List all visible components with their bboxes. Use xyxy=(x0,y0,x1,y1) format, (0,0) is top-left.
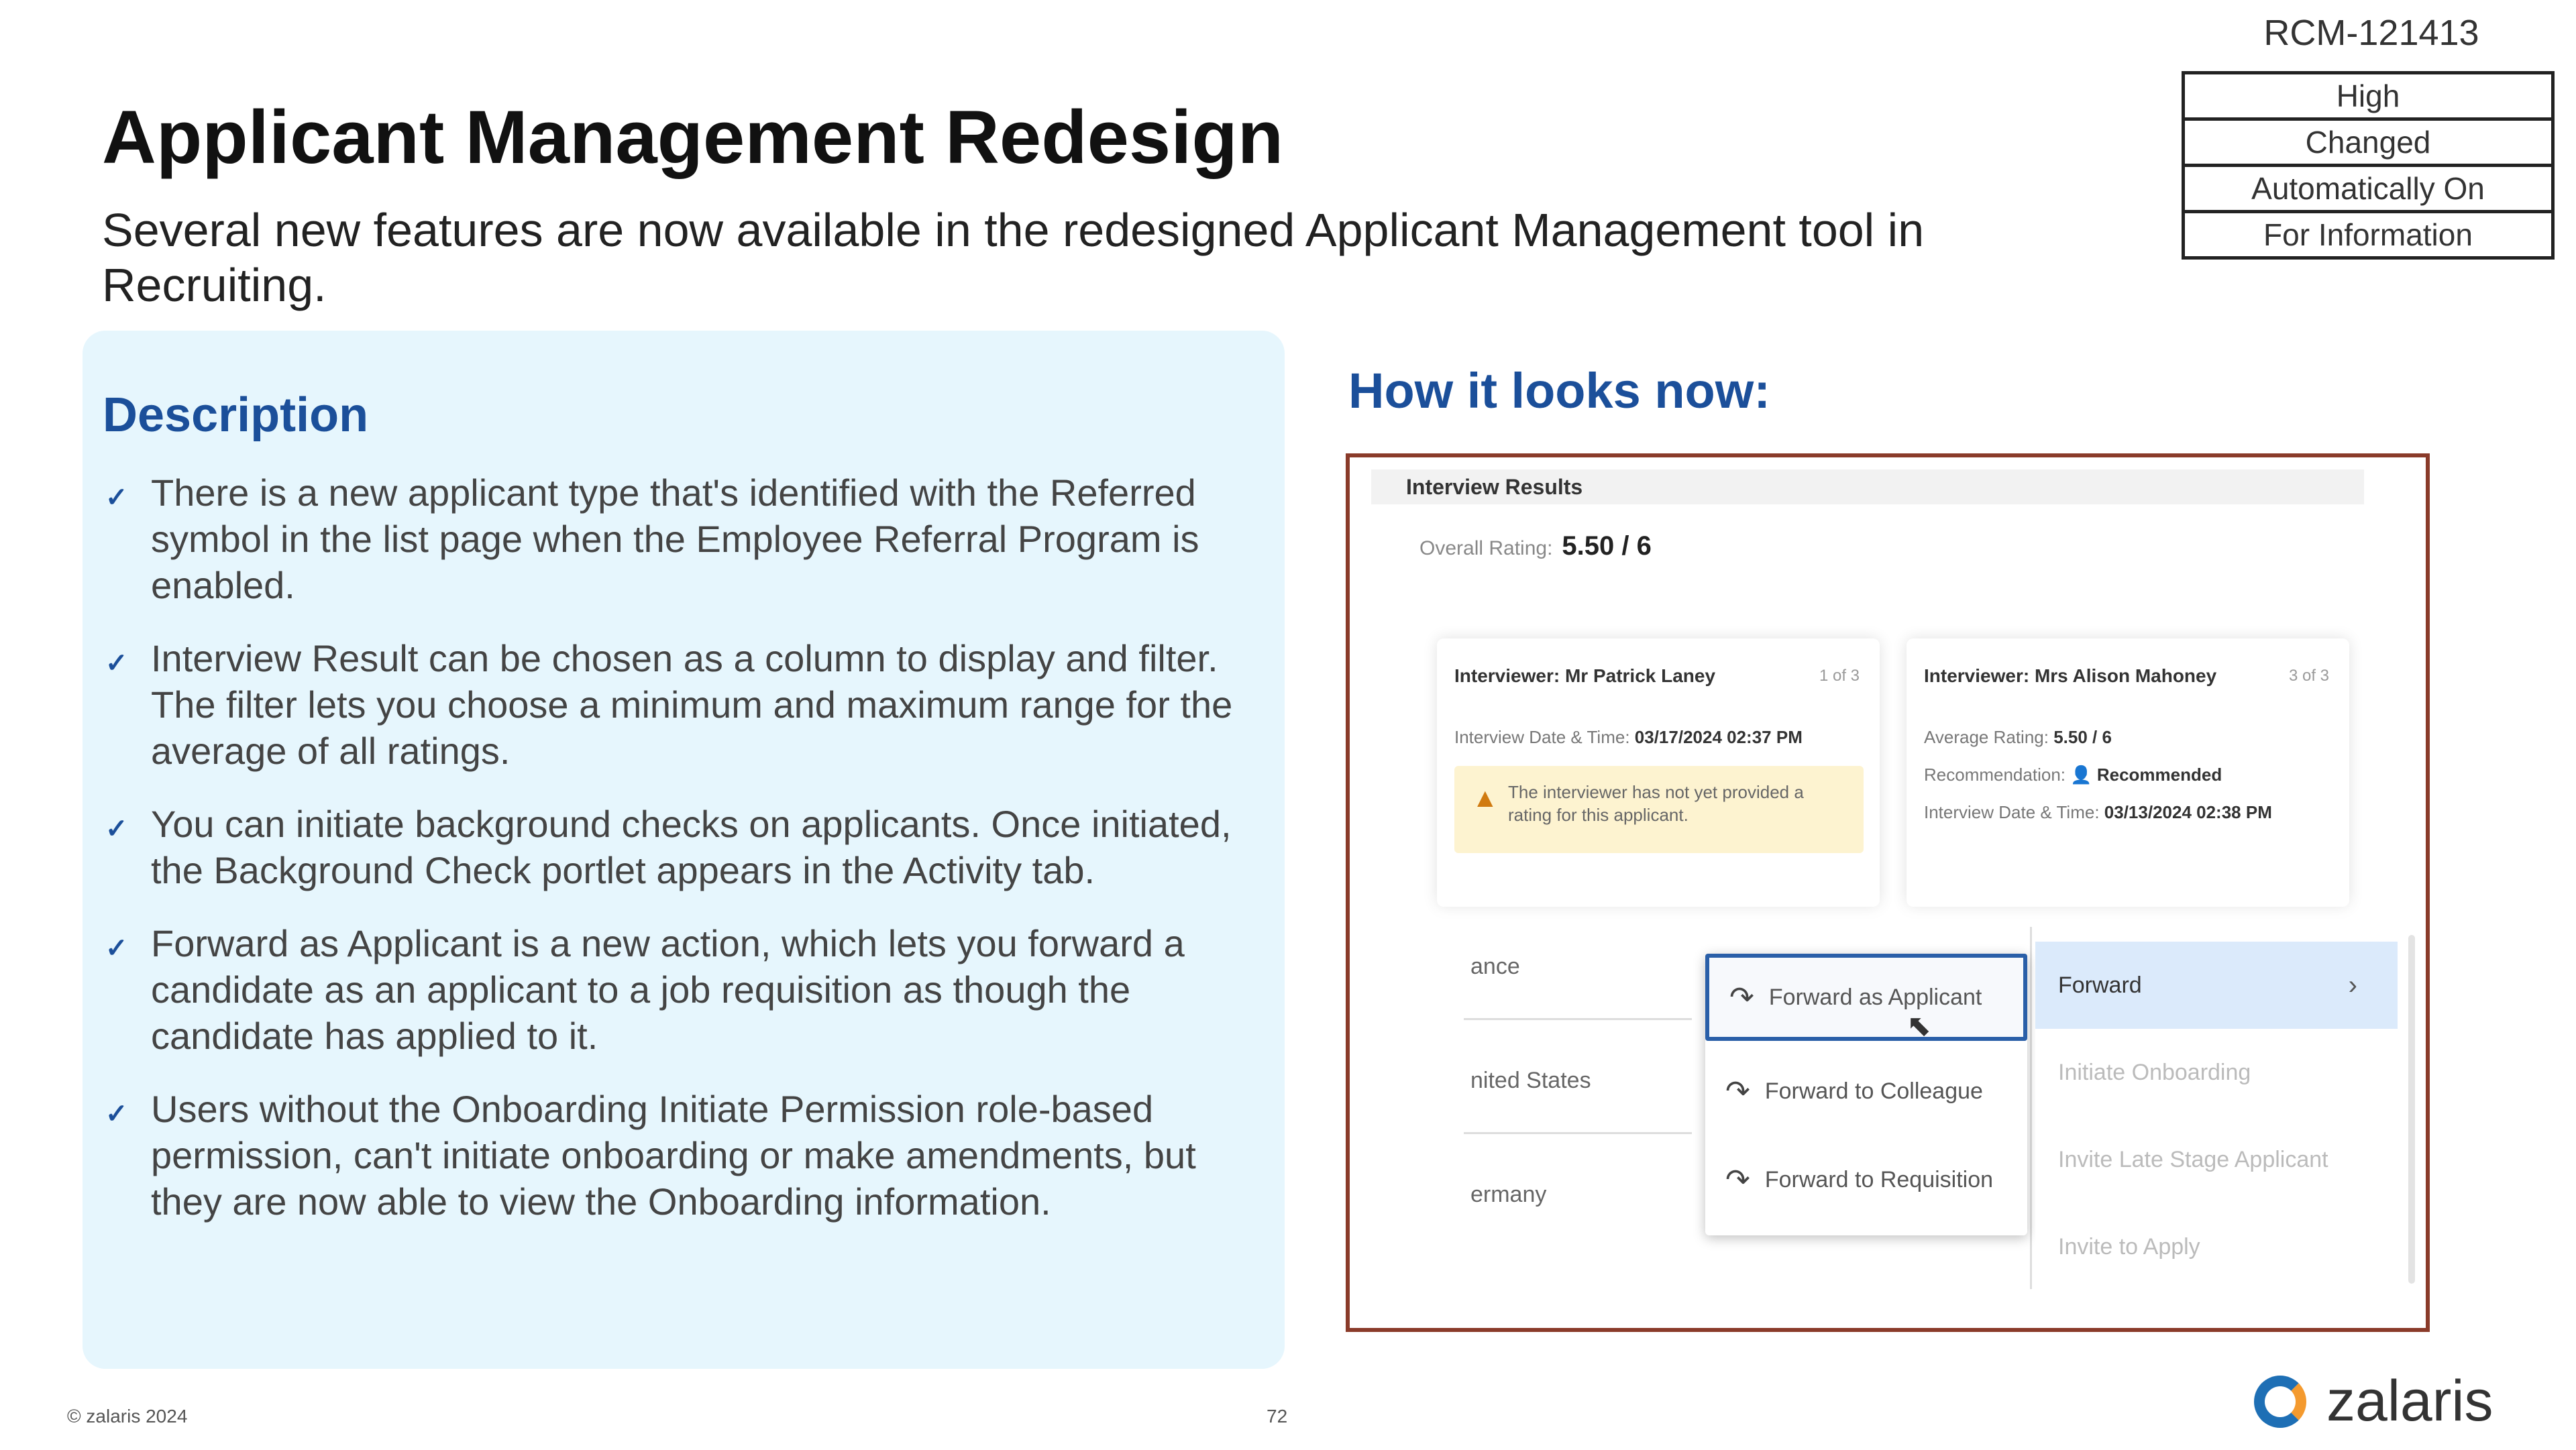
interviewer-name: Interviewer: Mrs Alison Mahoney xyxy=(1924,665,2217,686)
interview-results-header: Interview Results xyxy=(1371,469,2364,504)
menu-item-label: Forward as Applicant xyxy=(1768,984,1982,1010)
check-icon: ✓ xyxy=(105,483,128,512)
bullet-text: There is a new applicant type that's ide… xyxy=(151,471,1199,606)
invite-late-stage-item[interactable]: Invite Late Stage Applicant xyxy=(2035,1116,2398,1203)
recommendation: Recommendation: 👤 Recommended xyxy=(1924,765,2222,785)
page-title: Applicant Management Redesign xyxy=(102,95,1284,179)
forward-submenu: ↷ Forward as Applicant ↷ Forward to Collea… xyxy=(1705,954,2027,1235)
average-rating-label: Average Rating: xyxy=(1924,727,2049,747)
recommendation-value: Recommended xyxy=(2096,765,2222,785)
interview-date-value: 03/13/2024 02:38 PM xyxy=(2104,802,2272,822)
interview-date-label: Interview Date & Time: xyxy=(1924,802,2100,822)
overall-rating-value: 5.50 / 6 xyxy=(1562,531,1652,561)
screenshot-heading: How it looks now: xyxy=(1348,363,1770,419)
forward-as-applicant-item[interactable]: ↷ Forward as Applicant xyxy=(1705,954,2027,1041)
tag-status: Changed xyxy=(2182,117,2555,167)
tag-priority: High xyxy=(2182,71,2555,121)
recommendation-label: Recommendation: xyxy=(1924,765,2065,785)
menu-item-label: Initiate Onboarding xyxy=(2058,1059,2251,1085)
bullet-item: ✓ Forward as Applicant is a new action, w… xyxy=(103,920,1263,1059)
bullet-item: ✓ Interview Result can be chosen as a col… xyxy=(103,635,1263,774)
forward-to-requisition-item[interactable]: ↷ Forward to Requisition xyxy=(1705,1136,2027,1223)
interview-date: Interview Date & Time: 03/17/2024 02:37 … xyxy=(1454,727,1803,748)
interviewer-card[interactable]: Interviewer: Mrs Alison Mahoney 3 of 3 A… xyxy=(1907,638,2349,907)
average-rating: Average Rating: 5.50 / 6 xyxy=(1924,727,2112,748)
bullet-item: ✓ You can initiate background checks on a… xyxy=(103,801,1263,893)
bullet-item: ✓ Users without the Onboarding Initiate P… xyxy=(103,1086,1263,1225)
logo-text: zalaris xyxy=(2326,1369,2493,1433)
page-subtitle: Several new features are now available i… xyxy=(102,204,1925,311)
card-count: 3 of 3 xyxy=(2288,667,2329,685)
bullet-text: Users without the Onboarding Initiate Pe… xyxy=(151,1088,1196,1223)
menu-item-label: Forward to Colleague xyxy=(1764,1078,1983,1104)
copyright: © zalaris 2024 xyxy=(67,1406,188,1427)
check-icon: ✓ xyxy=(105,934,128,963)
forward-arrow-icon: ↷ xyxy=(1725,1163,1750,1196)
card-count: 1 of 3 xyxy=(1819,667,1860,685)
mouse-cursor-icon: ⬉ xyxy=(1907,1009,1931,1042)
tag-table: High Changed Automatically On For Inform… xyxy=(2182,71,2555,260)
brand-logo: zalaris xyxy=(2254,1368,2493,1435)
menu-item-label: Invite Late Stage Applicant xyxy=(2058,1146,2328,1172)
overall-rating-label: Overall Rating: xyxy=(1419,537,1553,559)
embedded-screenshot: Interview Results Overall Rating: 5.50 / … xyxy=(1346,453,2430,1332)
table-row-label: ance xyxy=(1470,954,1520,979)
warning-box: ▲ The interviewer has not yet provided a… xyxy=(1454,766,1864,853)
check-icon: ✓ xyxy=(105,1099,128,1129)
interview-date-value: 03/17/2024 02:37 PM xyxy=(1634,727,1803,747)
actions-menu: Forward › Initiate Onboarding Invite Late… xyxy=(2035,935,2398,1284)
interviewer-card[interactable]: Interviewer: Mr Patrick Laney 1 of 3 Int… xyxy=(1437,638,1880,907)
tag-type: For Information xyxy=(2182,210,2555,260)
chevron-right-icon: › xyxy=(2348,970,2357,1000)
bullet-text: Forward as Applicant is a new action, wh… xyxy=(151,922,1185,1057)
bullet-item: ✓ There is a new applicant type that's id… xyxy=(103,469,1263,608)
row-divider xyxy=(1464,1132,1692,1134)
overall-rating: Overall Rating: 5.50 / 6 xyxy=(1419,531,1652,561)
row-divider xyxy=(1464,1018,1692,1020)
menu-item-label: Forward to Requisition xyxy=(1764,1166,1994,1192)
table-row-label: nited States xyxy=(1470,1068,1591,1093)
page-number: 72 xyxy=(1267,1406,1288,1427)
interview-date-label: Interview Date & Time: xyxy=(1454,727,1630,747)
menu-item-label: Invite to Apply xyxy=(2058,1233,2200,1260)
scrollbar[interactable] xyxy=(2408,935,2415,1284)
check-icon: ✓ xyxy=(105,814,128,844)
forward-menu-item[interactable]: Forward › xyxy=(2035,942,2398,1029)
forward-arrow-icon: ↷ xyxy=(1725,1074,1750,1108)
table-row-label: ermany xyxy=(1470,1182,1547,1207)
check-icon: ✓ xyxy=(105,649,128,678)
person-icon: 👤 xyxy=(2070,765,2092,785)
change-code: RCM-121413 xyxy=(2263,13,2479,53)
bullet-text: You can initiate background checks on ap… xyxy=(151,803,1232,891)
description-title: Description xyxy=(103,388,369,442)
menu-separator xyxy=(2030,927,2032,1289)
warning-icon: ▲ xyxy=(1472,783,1499,813)
tag-activation: Automatically On xyxy=(2182,164,2555,213)
invite-to-apply-item[interactable]: Invite to Apply xyxy=(2035,1203,2398,1290)
average-rating-value: 5.50 / 6 xyxy=(2053,727,2112,747)
menu-item-label: Forward xyxy=(2058,972,2142,998)
logo-mark-icon xyxy=(2254,1375,2306,1428)
interview-date: Interview Date & Time: 03/13/2024 02:38 … xyxy=(1924,802,2272,823)
description-list: ✓ There is a new applicant type that's id… xyxy=(103,469,1263,1251)
warning-message: The interviewer has not yet provided a r… xyxy=(1508,782,1804,825)
bullet-text: Interview Result can be chosen as a colu… xyxy=(151,637,1233,772)
initiate-onboarding-item[interactable]: Initiate Onboarding xyxy=(2035,1029,2398,1116)
forward-to-colleague-item[interactable]: ↷ Forward to Colleague xyxy=(1705,1048,2027,1135)
interviewer-name: Interviewer: Mr Patrick Laney xyxy=(1454,665,1716,686)
forward-arrow-icon: ↷ xyxy=(1729,981,1754,1014)
